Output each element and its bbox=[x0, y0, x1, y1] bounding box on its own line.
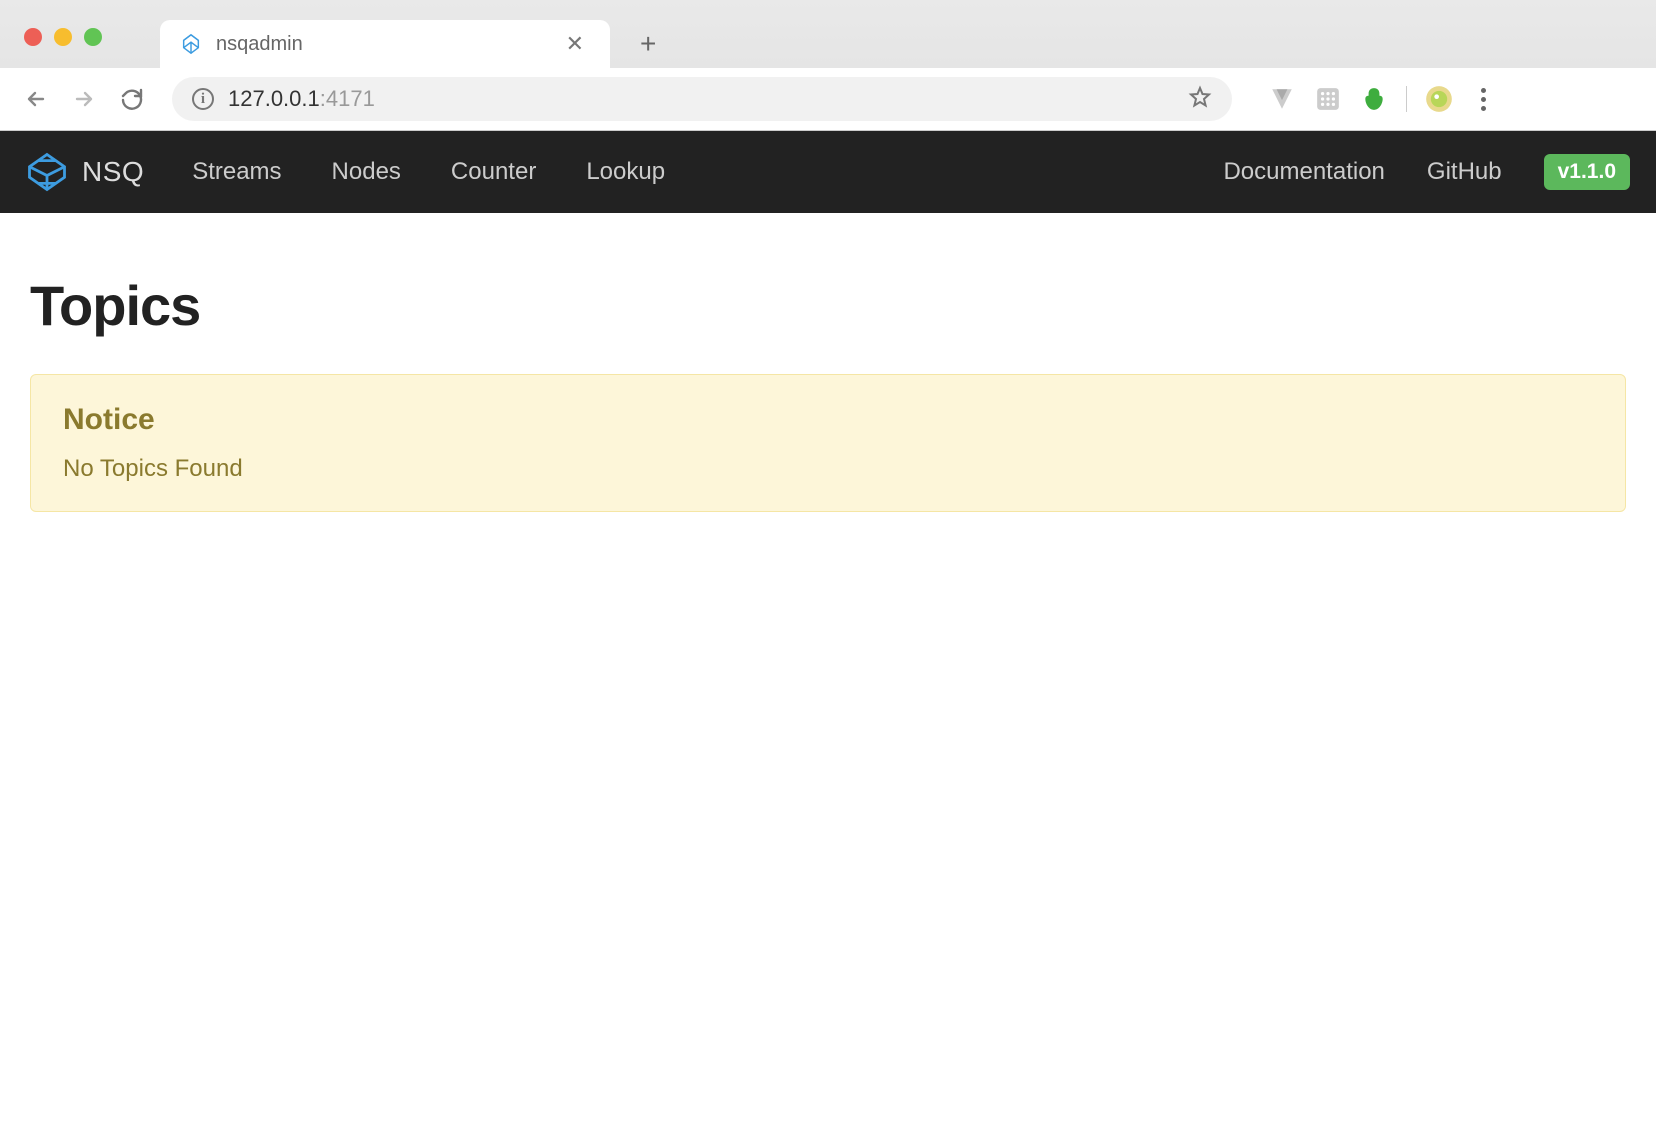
forward-button[interactable] bbox=[68, 83, 100, 115]
brand-text: NSQ bbox=[82, 156, 144, 188]
maximize-window-button[interactable] bbox=[84, 28, 102, 46]
vue-extension-icon[interactable] bbox=[1268, 85, 1296, 113]
tab-title: nsqadmin bbox=[216, 33, 560, 56]
extension-icons bbox=[1268, 85, 1496, 113]
nsq-logo-icon bbox=[26, 151, 68, 193]
nav-right: Documentation GitHub v1.1.0 bbox=[1223, 154, 1630, 190]
notice-body: No Topics Found bbox=[63, 455, 1593, 483]
browser-chrome: nsqadmin ✕ + i 127.0.0.1:4171 bbox=[0, 0, 1656, 131]
version-badge: v1.1.0 bbox=[1544, 154, 1630, 190]
back-button[interactable] bbox=[20, 83, 52, 115]
close-window-button[interactable] bbox=[24, 28, 42, 46]
nav-link-streams[interactable]: Streams bbox=[192, 158, 281, 186]
nav-link-counter[interactable]: Counter bbox=[451, 158, 536, 186]
nav-link-lookup[interactable]: Lookup bbox=[586, 158, 665, 186]
reload-button[interactable] bbox=[116, 83, 148, 115]
notice-alert: Notice No Topics Found bbox=[30, 374, 1626, 512]
browser-tab[interactable]: nsqadmin ✕ bbox=[160, 20, 610, 68]
url-host: 127.0.0.1 bbox=[228, 86, 320, 111]
nav-links: Streams Nodes Counter Lookup bbox=[192, 158, 665, 186]
address-bar[interactable]: i 127.0.0.1:4171 bbox=[172, 77, 1232, 121]
nav-link-documentation[interactable]: Documentation bbox=[1223, 158, 1384, 186]
extension-divider bbox=[1406, 86, 1407, 112]
page-content: Topics Notice No Topics Found bbox=[0, 213, 1656, 572]
browser-toolbar: i 127.0.0.1:4171 bbox=[0, 68, 1656, 130]
nav-link-github[interactable]: GitHub bbox=[1427, 158, 1502, 186]
evernote-extension-icon[interactable] bbox=[1360, 85, 1388, 113]
close-tab-button[interactable]: ✕ bbox=[560, 31, 590, 57]
window-controls bbox=[24, 28, 102, 46]
app-navbar: NSQ Streams Nodes Counter Lookup Documen… bbox=[0, 131, 1656, 213]
brand[interactable]: NSQ bbox=[26, 151, 144, 193]
url-port: :4171 bbox=[320, 86, 375, 111]
browser-menu-button[interactable] bbox=[1471, 88, 1496, 111]
new-tab-button[interactable]: + bbox=[610, 20, 686, 68]
nav-link-nodes[interactable]: Nodes bbox=[332, 158, 401, 186]
grid-extension-icon[interactable] bbox=[1314, 85, 1342, 113]
url-text: 127.0.0.1:4171 bbox=[228, 86, 375, 112]
tab-bar: nsqadmin ✕ + bbox=[0, 0, 1656, 68]
profile-extension-icon[interactable] bbox=[1425, 85, 1453, 113]
page-title: Topics bbox=[30, 273, 1626, 338]
notice-title: Notice bbox=[63, 403, 1593, 437]
tab-favicon bbox=[180, 33, 202, 55]
bookmark-star-icon[interactable] bbox=[1188, 85, 1212, 114]
minimize-window-button[interactable] bbox=[54, 28, 72, 46]
site-info-icon[interactable]: i bbox=[192, 88, 214, 110]
